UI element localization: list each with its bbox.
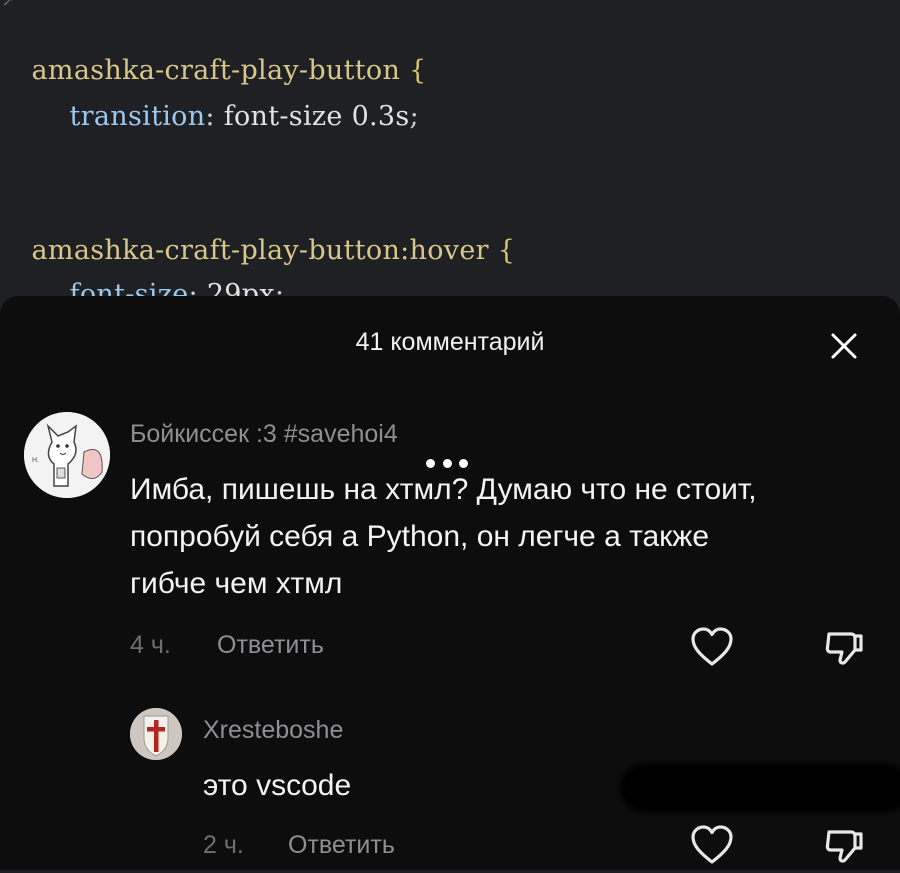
comments-count-title: 41 комментарий — [355, 328, 545, 356]
close-x-icon — [831, 333, 857, 359]
heart-icon — [691, 825, 733, 864]
svg-text:H.: H. — [32, 457, 39, 464]
avatar[interactable] — [130, 708, 182, 760]
code-brace: { — [497, 235, 516, 266]
code-editor-background: ↗ amashka-craft-play-button { transition… — [0, 0, 900, 320]
close-button[interactable] — [822, 324, 866, 368]
comment-text: это vscode — [203, 769, 352, 802]
reply-button[interactable]: Ответить — [288, 831, 395, 860]
code-line-2: transition: font-size 0.3s; — [34, 70, 419, 163]
css-property: transition — [69, 101, 206, 132]
comment-text-line: Имба, пишешь на хтмл? Думаю что не стоит… — [130, 473, 757, 506]
comment-timestamp: 4 ч. — [130, 631, 171, 659]
dislike-button[interactable] — [823, 824, 867, 873]
comment-username[interactable]: Бойкиссек :3 #savehoi4 — [130, 420, 398, 449]
comment-timestamp: 2 ч. — [203, 831, 244, 859]
thumbs-down-icon — [825, 830, 863, 863]
comment-text-line: гибче чем хтмл — [130, 567, 343, 600]
corner-arrow-icon: ↗ — [2, 0, 14, 10]
comment-text: Имба, пишешь на хтмл? Думаю что не стоит… — [130, 466, 890, 607]
thumbs-down-icon — [825, 632, 863, 665]
css-value: font-size 0.3s — [223, 101, 410, 132]
code-colon: : — [205, 101, 224, 132]
reply-button[interactable]: Ответить — [217, 631, 324, 660]
comment-text-line: попробуй себя а Python, он легче а также — [130, 520, 710, 553]
like-button[interactable] — [689, 824, 735, 871]
redaction-scribble — [620, 764, 900, 812]
like-button[interactable] — [689, 626, 735, 673]
code-semicolon: ; — [409, 101, 419, 132]
comments-sheet: 41 комментарий H. Бойкиссек :3 #savehoi4… — [0, 296, 900, 870]
crusader-cross-avatar-image — [130, 708, 182, 760]
fox-avatar-image: H. — [24, 412, 110, 498]
heart-icon — [691, 627, 733, 666]
comment-username[interactable]: Xresteboshe — [203, 716, 343, 745]
dislike-button[interactable] — [823, 626, 867, 675]
avatar[interactable]: H. — [24, 412, 110, 498]
